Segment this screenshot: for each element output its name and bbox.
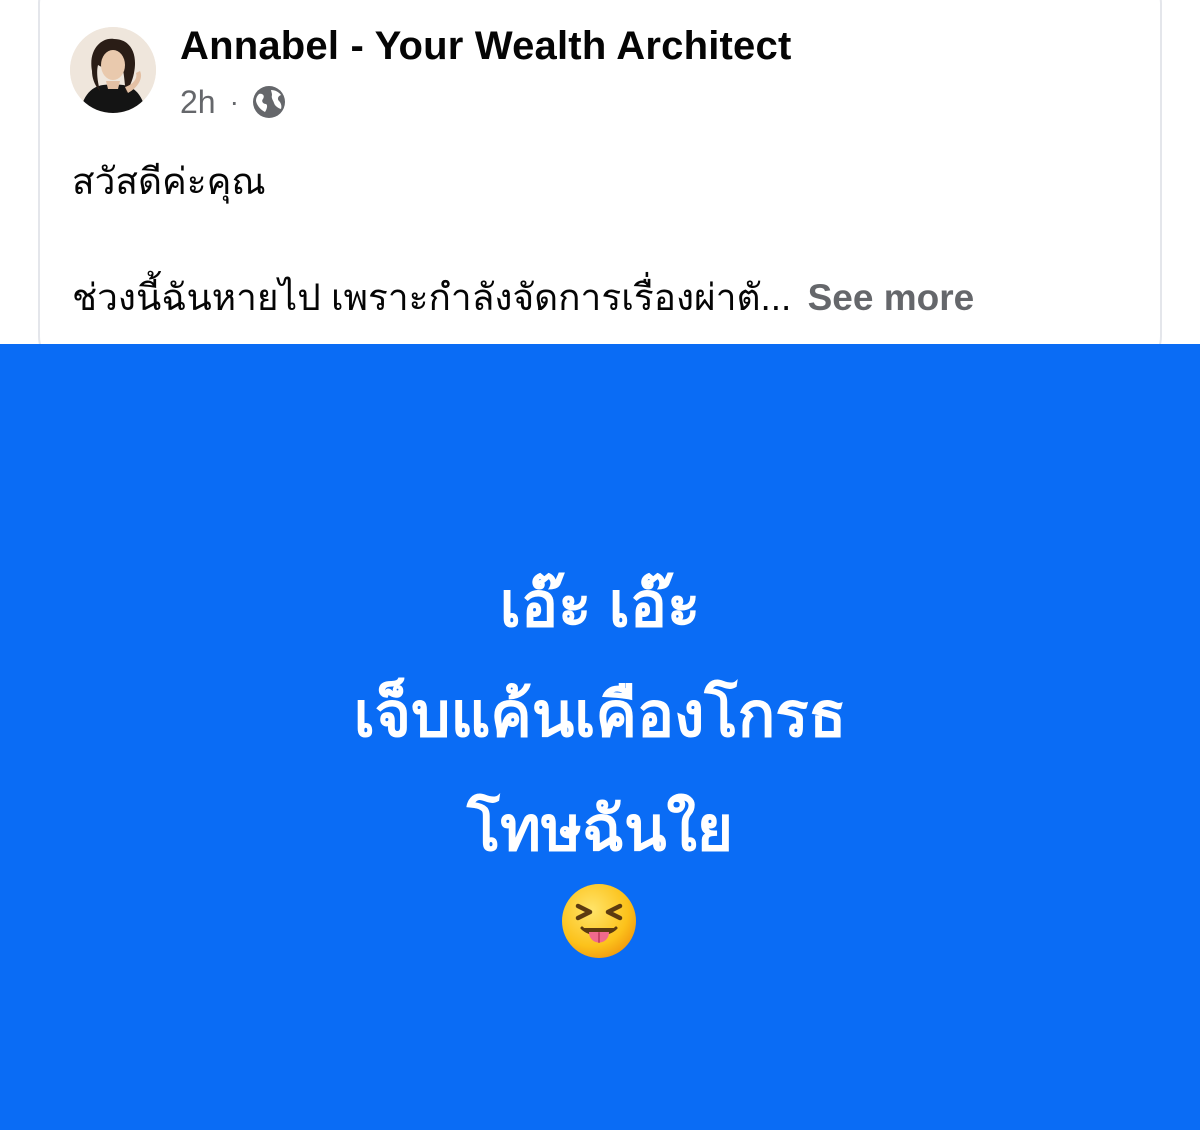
- post-text-preview: ช่วงนี้ฉันหายไป เพราะกำลังจัดการเรื่องผ่…: [72, 268, 974, 327]
- squinting-face-with-tongue-icon: [560, 882, 638, 960]
- post-timestamp[interactable]: 2h: [180, 84, 216, 121]
- post-image-line-2: เจ็บแค้นเคืองโกรธ: [353, 681, 847, 750]
- author-avatar[interactable]: [70, 27, 156, 113]
- post-image-line-3: โทษฉันใย: [466, 795, 734, 864]
- see-more-link[interactable]: See more: [808, 277, 975, 318]
- globe-icon[interactable]: [251, 84, 287, 120]
- facebook-post-screen: Annabel - Your Wealth Architect 2h · สวั…: [0, 0, 1200, 1130]
- avatar-photo: [70, 27, 156, 113]
- post-preview-text: ช่วงนี้ฉันหายไป เพราะกำลังจัดการเรื่องผ่…: [72, 277, 792, 318]
- meta-separator: ·: [229, 86, 239, 117]
- text-background-post[interactable]: เอ๊ะ เอ๊ะ เจ็บแค้นเคืองโกรธ โทษฉันใย: [0, 344, 1200, 1130]
- post-image-line-1: เอ๊ะ เอ๊ะ: [499, 571, 701, 640]
- author-name[interactable]: Annabel - Your Wealth Architect: [180, 24, 791, 69]
- post-meta: 2h ·: [180, 80, 287, 124]
- post-greeting: สวัสดีค่ะคุณ: [72, 161, 266, 202]
